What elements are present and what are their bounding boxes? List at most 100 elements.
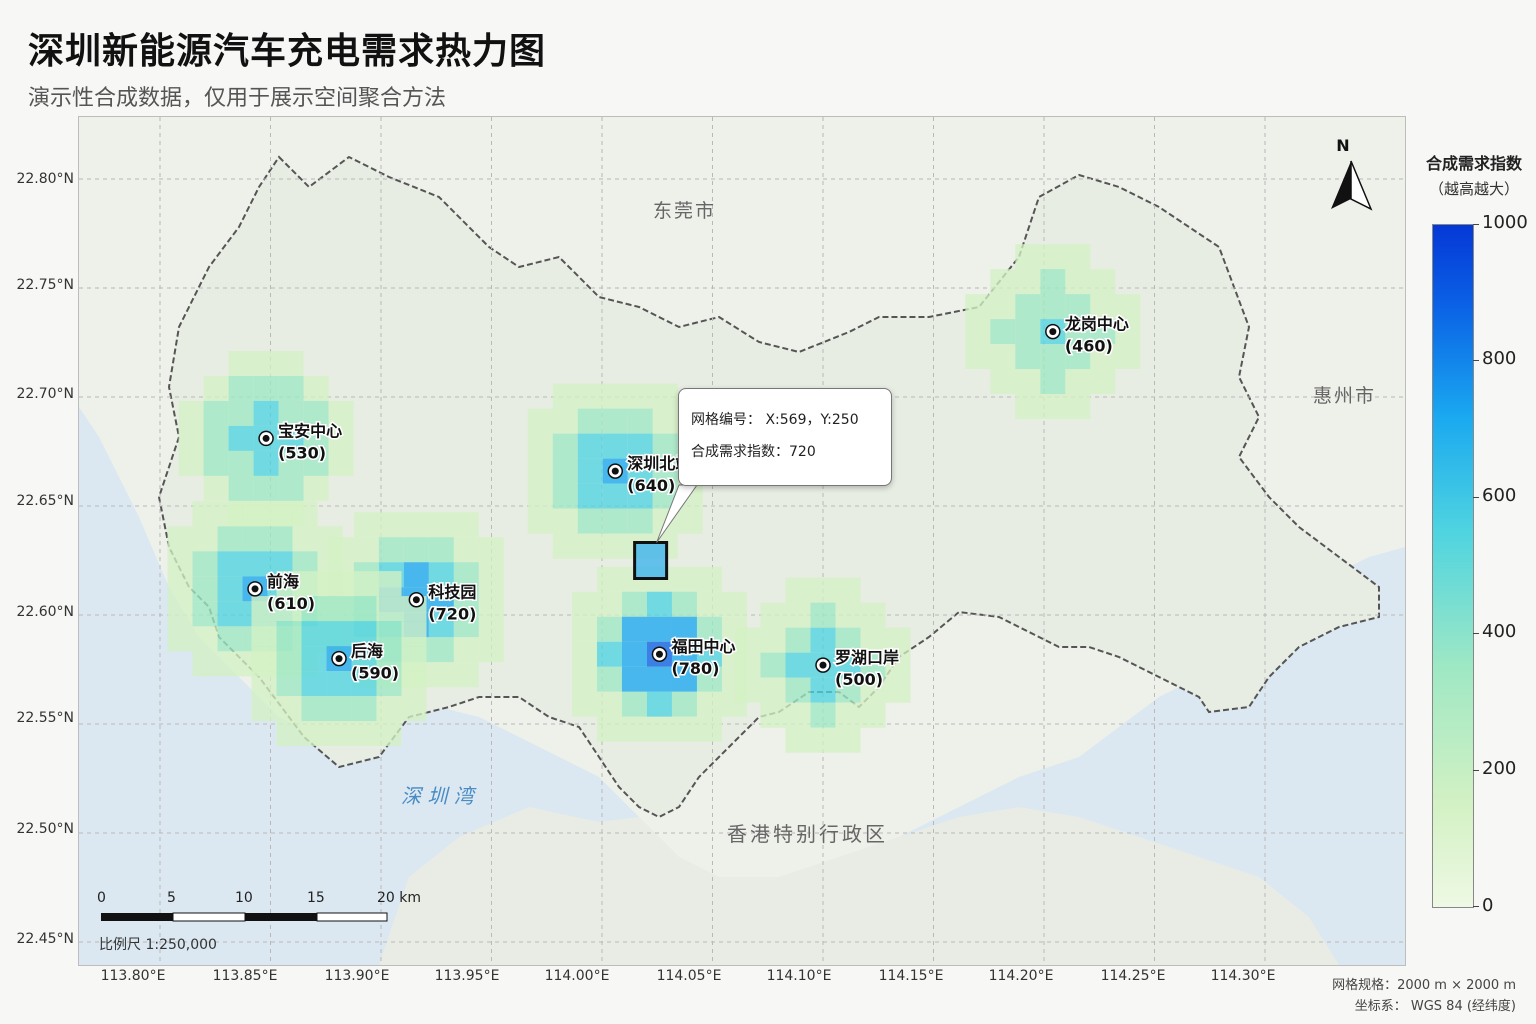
- heat-cell: [203, 375, 229, 401]
- heat-cell: [652, 383, 678, 409]
- heat-cell: [885, 677, 911, 703]
- heat-cell: [1040, 344, 1066, 370]
- legend-tick-0: 0: [1482, 895, 1494, 916]
- heat-cell: [428, 537, 454, 563]
- heat-cell: [353, 537, 379, 563]
- heat-cell: [278, 375, 304, 401]
- hotspot-value: (610): [267, 594, 315, 613]
- heat-cell: [351, 721, 377, 747]
- heat-cell: [621, 666, 647, 692]
- x-tick-label: 114.00°E: [544, 968, 610, 984]
- heat-cell: [401, 621, 427, 647]
- heat-cell: [167, 576, 193, 602]
- heat-cell: [326, 721, 352, 747]
- heat-cell: [217, 651, 243, 677]
- heat-cell: [251, 646, 277, 672]
- x-tick-label: 114.10°E: [766, 968, 832, 984]
- heat-cell: [292, 526, 318, 552]
- heat-cell: [621, 641, 647, 667]
- scale-tick-0: 0: [97, 890, 106, 906]
- heat-cell: [596, 591, 622, 617]
- heat-cell: [552, 508, 578, 534]
- heat-cell: [860, 702, 886, 728]
- heat-cell: [478, 562, 504, 588]
- heat-cell: [571, 666, 597, 692]
- heat-cell: [552, 458, 578, 484]
- hotspot-value: (640): [627, 476, 675, 495]
- heat-cell: [167, 626, 193, 652]
- label-hong-kong: 香港特别行政区: [727, 822, 888, 846]
- heat-cell: [217, 601, 243, 627]
- heat-cell: [571, 691, 597, 717]
- heat-cell: [671, 691, 697, 717]
- hotspot-value: (530): [278, 443, 326, 462]
- heat-cell: [602, 533, 628, 559]
- heat-cell: [203, 425, 229, 451]
- heat-cell: [810, 702, 836, 728]
- selected-grid-cell[interactable]: [633, 541, 669, 580]
- heat-cell: [478, 612, 504, 638]
- label-huizhou: 惠州市: [1313, 385, 1376, 407]
- x-tick-label: 113.90°E: [324, 968, 390, 984]
- legend-tickmark: [1473, 224, 1479, 225]
- heat-cell: [785, 727, 811, 753]
- heat-cell: [1090, 369, 1116, 395]
- heat-cell: [167, 551, 193, 577]
- scale-tick-20: 20 km: [377, 890, 421, 906]
- legend-subtitle: （越高越大）: [1428, 180, 1519, 198]
- heat-cell: [276, 646, 302, 672]
- map-area[interactable]: 宝安中心 (530) 深圳北站 (640) 龙岗中心 (460) 前海 (610) 科技园 (72…: [78, 116, 1406, 966]
- heat-cell: [965, 344, 991, 370]
- heat-cell: [721, 591, 747, 617]
- heat-cell: [276, 621, 302, 647]
- scale-seg-4: [316, 912, 388, 922]
- tooltip-grid-id: 网格编号： X:569，Y:250: [691, 412, 859, 428]
- heat-cell: [242, 551, 268, 577]
- heat-cell: [278, 475, 304, 501]
- heat-cell: [621, 616, 647, 642]
- legend-tick-1000: 1000: [1482, 212, 1528, 233]
- legend-tick-800: 800: [1482, 348, 1517, 369]
- heat-cell: [596, 641, 622, 667]
- heat-cell: [376, 721, 402, 747]
- heat-cell: [1040, 369, 1066, 395]
- heat-cell: [303, 475, 329, 501]
- heat-cell: [552, 383, 578, 409]
- heat-cell: [228, 400, 254, 426]
- scale-tick-15: 15: [307, 890, 325, 906]
- heat-cell: [696, 591, 722, 617]
- grid-tooltip: 网格编号： X:569，Y:250 合成需求指数：720: [678, 388, 892, 486]
- scale-seg-2: [172, 912, 246, 922]
- heat-cell: [735, 677, 761, 703]
- x-tick-label: 113.85°E: [212, 968, 278, 984]
- heat-cell: [696, 566, 722, 592]
- heat-cell: [646, 616, 672, 642]
- x-tick-label: 114.15°E: [878, 968, 944, 984]
- heat-cell: [328, 537, 354, 563]
- heat-cell: [965, 319, 991, 345]
- y-tick-label: 22.75°N: [16, 277, 74, 293]
- heat-cell: [217, 526, 243, 552]
- heat-cell: [217, 501, 243, 527]
- heat-cell: [646, 716, 672, 742]
- heat-cell: [303, 375, 329, 401]
- heat-cell: [278, 350, 304, 376]
- heat-cell: [251, 671, 277, 697]
- y-tick-label: 22.50°N: [16, 821, 74, 837]
- heat-cell: [621, 591, 647, 617]
- heat-cell: [552, 483, 578, 509]
- hotspot-value: (780): [671, 659, 719, 678]
- legend-title: 合成需求指数: [1425, 154, 1522, 173]
- heat-cell: [267, 526, 293, 552]
- heat-cell: [326, 671, 352, 697]
- heat-cell: [596, 691, 622, 717]
- heat-cell: [810, 727, 836, 753]
- heat-cell: [192, 501, 218, 527]
- hotspot-name: 前海: [267, 572, 299, 591]
- label-shenzhen-bay: 深 圳 湾: [401, 784, 477, 808]
- heat-cell: [276, 671, 302, 697]
- y-tick-label: 22.60°N: [16, 604, 74, 620]
- heat-cell: [253, 350, 279, 376]
- map-canvas[interactable]: 宝安中心(530)深圳北站(640)龙岗中心(460)前海(610)科技园(72…: [79, 117, 1405, 965]
- heat-cell: [1115, 344, 1141, 370]
